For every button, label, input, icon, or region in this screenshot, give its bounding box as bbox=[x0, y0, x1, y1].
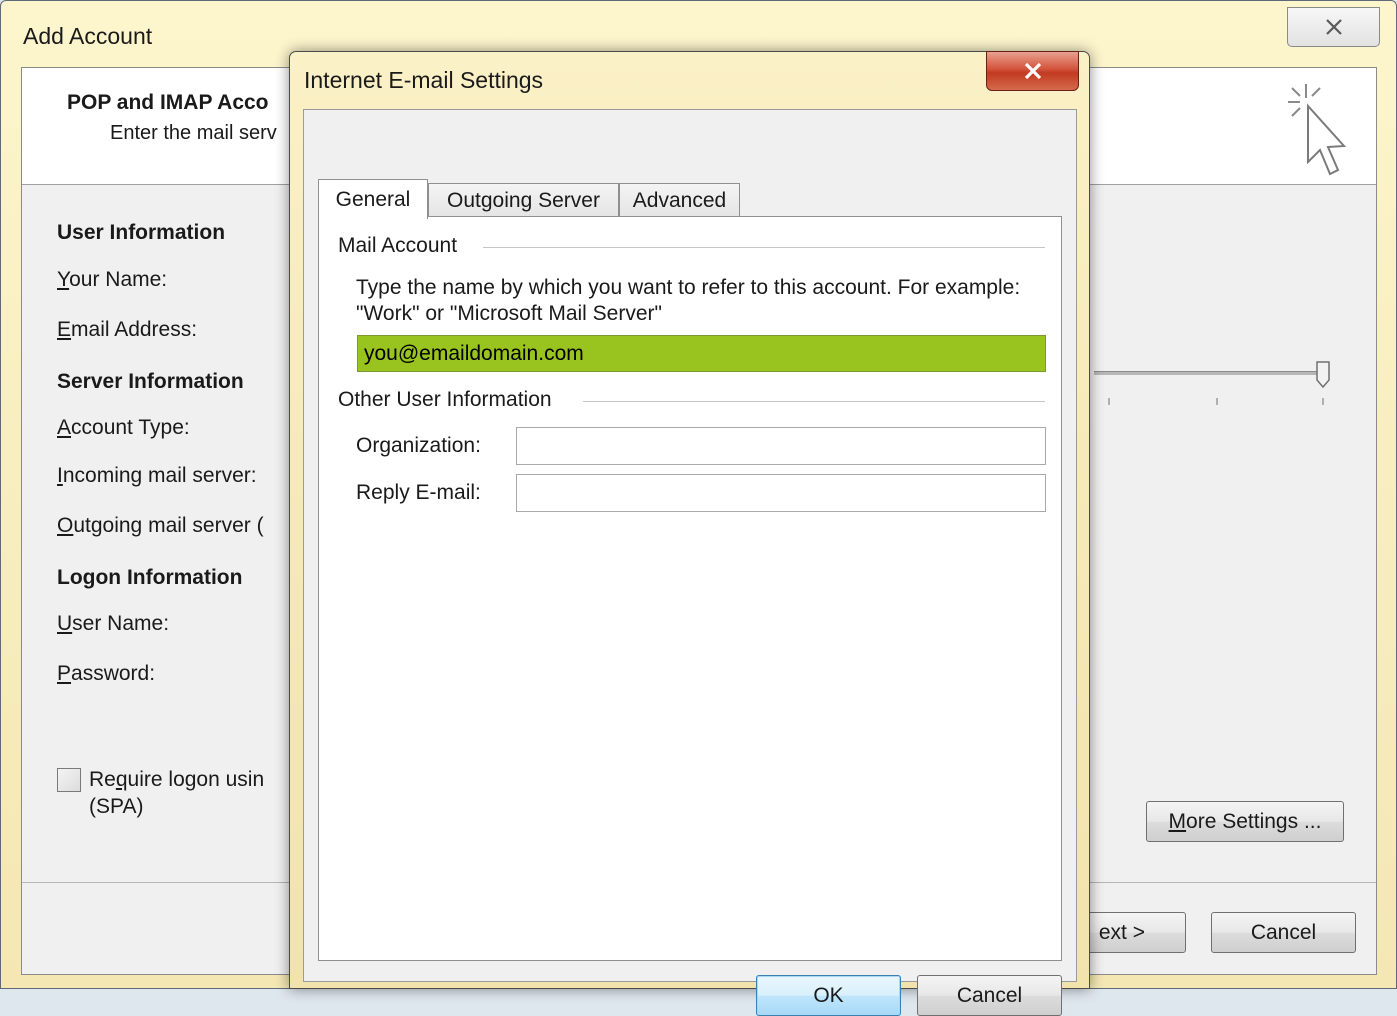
dialog-close-button[interactable] bbox=[986, 51, 1079, 91]
reply-email-input[interactable] bbox=[516, 474, 1046, 512]
internet-email-settings-dialog: Internet E-mail Settings General Outgoin… bbox=[289, 51, 1090, 1016]
general-tab-panel: Mail Account Type the name by which you … bbox=[318, 216, 1062, 961]
server-information-heading: Server Information bbox=[57, 370, 244, 393]
your-name-label: Your Name: bbox=[57, 268, 168, 291]
mail-account-description: Type the name by which you want to refer… bbox=[356, 276, 1021, 325]
window-title: Add Account bbox=[23, 23, 153, 49]
other-user-info-line bbox=[583, 401, 1045, 402]
close-icon bbox=[1024, 62, 1041, 80]
window-close-button[interactable] bbox=[1287, 7, 1380, 47]
mail-account-line bbox=[483, 247, 1045, 248]
close-icon bbox=[1325, 19, 1342, 35]
logon-information-heading: Logon Information bbox=[57, 566, 243, 589]
mail-account-group-label: Mail Account bbox=[338, 234, 464, 258]
cursor-click-icon bbox=[1288, 84, 1347, 176]
more-settings-button[interactable]: More Settings ... bbox=[1146, 801, 1344, 842]
other-user-info-group-label: Other User Information bbox=[338, 388, 558, 412]
require-spa-label: Require logon usin (SPA) bbox=[89, 768, 265, 818]
tab-outgoing-server[interactable]: Outgoing Server bbox=[428, 183, 619, 218]
dialog-cancel-button[interactable]: Cancel bbox=[917, 975, 1062, 1016]
slider-thumb-icon[interactable] bbox=[1315, 361, 1331, 389]
user-information-heading: User Information bbox=[57, 221, 226, 244]
password-label: Password: bbox=[57, 662, 156, 685]
dialog-client: General Outgoing Server Advanced Mail Ac… bbox=[303, 109, 1077, 1016]
ok-button[interactable]: OK bbox=[756, 975, 901, 1016]
header-subtitle: Enter the mail serv bbox=[110, 122, 277, 144]
user-name-label: User Name: bbox=[57, 612, 170, 635]
tab-general[interactable]: General bbox=[318, 179, 428, 219]
require-spa-checkbox[interactable] bbox=[57, 768, 81, 792]
organization-label: Organization: bbox=[356, 434, 481, 457]
slider-tick bbox=[1322, 398, 1324, 405]
tab-advanced[interactable]: Advanced bbox=[619, 183, 740, 218]
incoming-mail-server-label: Incoming mail server: bbox=[57, 464, 257, 487]
account-name-input[interactable] bbox=[357, 335, 1046, 372]
organization-input[interactable] bbox=[516, 427, 1046, 465]
account-type-label: Account Type: bbox=[57, 416, 190, 439]
reply-email-label: Reply E-mail: bbox=[356, 481, 481, 504]
outer-cancel-button[interactable]: Cancel bbox=[1211, 912, 1356, 953]
slider-tick bbox=[1108, 398, 1110, 405]
slider-track bbox=[1094, 371, 1328, 375]
dialog-title: Internet E-mail Settings bbox=[304, 67, 544, 93]
outgoing-mail-server-label: Outgoing mail server ( bbox=[57, 514, 264, 537]
header-title: POP and IMAP Acco bbox=[67, 91, 269, 114]
email-address-label: Email Address: bbox=[57, 318, 198, 341]
slider-tick bbox=[1216, 398, 1218, 405]
